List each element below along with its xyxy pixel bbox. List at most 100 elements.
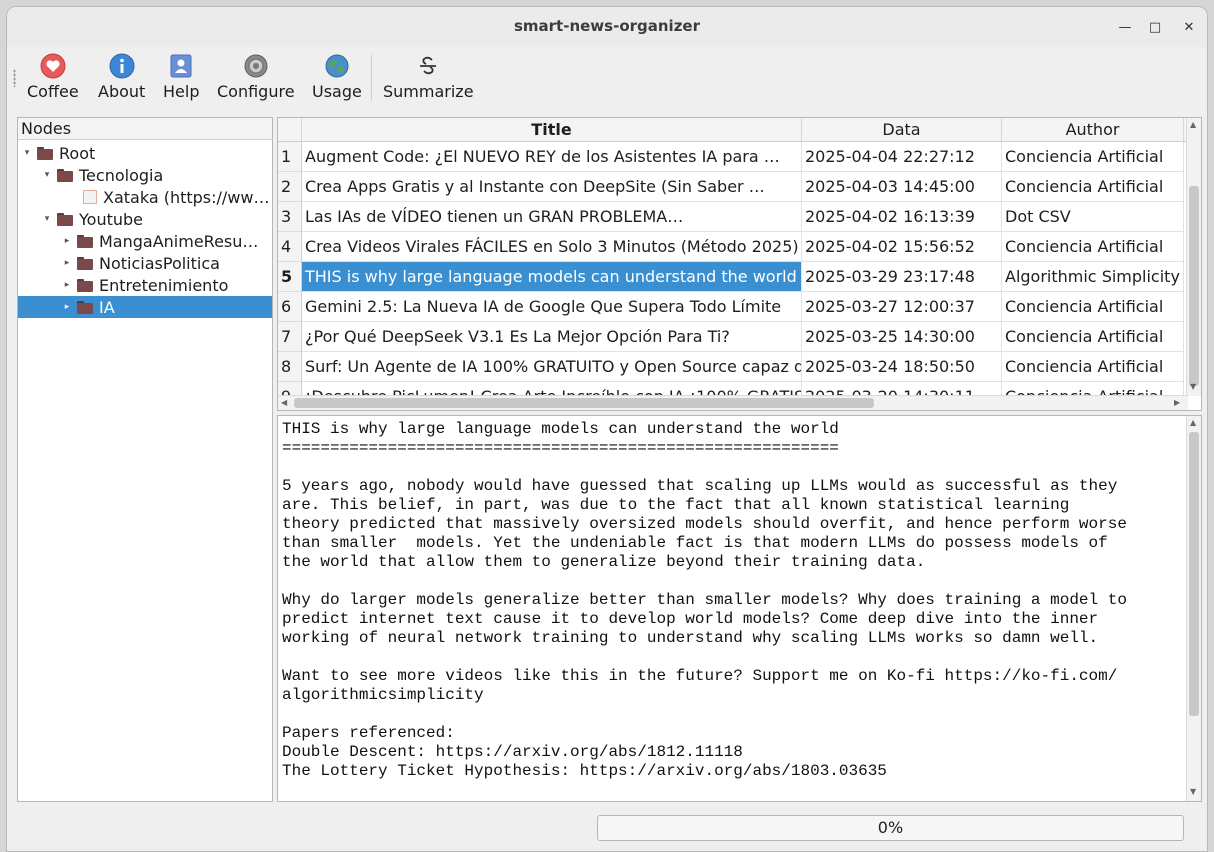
tree-node-noticias[interactable]: ▸ NoticiasPolitica [61, 252, 220, 274]
row-number[interactable]: 5 [278, 262, 302, 292]
collapsed-arrow-icon[interactable]: ▸ [61, 302, 73, 312]
maximize-button[interactable]: □ [1144, 16, 1166, 38]
tree-node-root[interactable]: ▾ Root [21, 142, 96, 164]
cell-author[interactable]: Algorithmic Simplicity [1002, 262, 1184, 292]
cell-title[interactable]: Crea Apps Gratis y al Instante con DeepS… [302, 172, 802, 202]
scroll-down-icon[interactable]: ▼ [1190, 382, 1196, 391]
cell-date[interactable]: 2025-04-04 22:27:12 [802, 142, 1002, 172]
expanded-arrow-icon[interactable]: ▾ [41, 214, 53, 224]
row-number[interactable]: 1 [278, 142, 302, 172]
cell-date[interactable]: 2025-03-25 14:30:00 [802, 322, 1002, 352]
corner-cell[interactable] [278, 118, 302, 142]
close-button[interactable]: ✕ [1178, 16, 1200, 38]
usage-button[interactable]: Usage [312, 51, 362, 105]
cell-title[interactable]: ¿Por Qué DeepSeek V3.1 Es La Mejor Opció… [302, 322, 802, 352]
news-table[interactable]: Title Data Author 1 Augment Code: ¿El NUE… [277, 117, 1202, 411]
cell-date[interactable]: 2025-04-02 16:13:39 [802, 202, 1002, 232]
table-row[interactable]: 2 Crea Apps Gratis y al Instante con Deep… [278, 172, 1184, 202]
cell-author[interactable]: Conciencia Artificial [1002, 232, 1184, 262]
configure-button[interactable]: Configure [217, 51, 295, 105]
row-number[interactable]: 7 [278, 322, 302, 352]
description-line: Want to see more videos like this in the… [282, 667, 1118, 685]
cell-author[interactable]: Conciencia Artificial [1002, 292, 1184, 322]
help-button[interactable]: Help [163, 51, 199, 105]
column-header-author[interactable]: Author [1002, 118, 1184, 142]
description-line: the world that allow them to generalize … [282, 553, 926, 571]
tree-node-xataka[interactable]: Xataka (https://ww… [81, 186, 269, 208]
cell-author[interactable]: Conciencia Artificial [1002, 142, 1184, 172]
gear-icon [244, 54, 268, 78]
cell-date[interactable]: 2025-03-29 23:17:48 [802, 262, 1002, 292]
cell-title[interactable]: Crea Videos Virales FÁCILES en Solo 3 Mi… [302, 232, 802, 262]
collapsed-arrow-icon[interactable]: ▸ [61, 236, 73, 246]
table-header: Title Data Author [278, 118, 1201, 142]
toolbar-separator [371, 55, 372, 101]
expanded-arrow-icon[interactable]: ▾ [21, 148, 33, 158]
expanded-arrow-icon[interactable]: ▾ [41, 170, 53, 180]
scroll-thumb[interactable] [1189, 186, 1199, 386]
table-row[interactable]: 4 Crea Videos Virales FÁCILES en Solo 3 M… [278, 232, 1184, 262]
coffee-button[interactable]: Coffee [27, 51, 79, 105]
description-line: working of neural network training to un… [282, 629, 1099, 647]
table-row[interactable]: 5 THIS is why large language models can u… [278, 262, 1184, 292]
tree-node-label: IA [99, 297, 115, 317]
cell-date[interactable]: 2025-04-03 14:45:00 [802, 172, 1002, 202]
scroll-thumb[interactable] [1189, 432, 1199, 716]
tree-node-youtube[interactable]: ▾ Youtube [41, 208, 143, 230]
cell-date[interactable]: 2025-03-27 12:00:37 [802, 292, 1002, 322]
scroll-thumb[interactable] [294, 398, 874, 408]
cell-title[interactable]: Surf: Un Agente de IA 100% GRATUITO y Op… [302, 352, 802, 382]
help-label: Help [163, 82, 200, 101]
about-label: About [98, 82, 146, 101]
cell-title[interactable]: Las IAs de VÍDEO tienen un GRAN PROBLEMA… [302, 202, 802, 232]
description-line: algorithmicsimplicity [282, 686, 484, 704]
cell-title[interactable]: Gemini 2.5: La Nueva IA de Google Que Su… [302, 292, 802, 322]
tree-node-ia[interactable]: ▸ IA [18, 296, 272, 318]
folder-icon [77, 234, 93, 248]
cell-title[interactable]: Augment Code: ¿El NUEVO REY de los Asist… [302, 142, 802, 172]
cell-author[interactable]: Conciencia Artificial [1002, 172, 1184, 202]
progress-bar: 0% [597, 815, 1184, 841]
table-row[interactable]: 6 Gemini 2.5: La Nueva IA de Google Que S… [278, 292, 1184, 322]
row-number[interactable]: 6 [278, 292, 302, 322]
cell-author[interactable]: Conciencia Artificial [1002, 352, 1184, 382]
table-vertical-scrollbar[interactable]: ▲ ▼ [1186, 118, 1201, 396]
row-number[interactable]: 3 [278, 202, 302, 232]
column-header-date[interactable]: Data [802, 118, 1002, 142]
scroll-right-icon[interactable]: ▶ [1174, 398, 1180, 407]
cell-author[interactable]: Conciencia Artificial [1002, 322, 1184, 352]
description-panel[interactable]: THIS is why large language models can un… [277, 415, 1202, 802]
description-text[interactable]: THIS is why large language models can un… [278, 416, 1201, 785]
row-number[interactable]: 8 [278, 352, 302, 382]
column-header-title[interactable]: Title [302, 118, 802, 142]
tree-node-label: Xataka (https://ww… [103, 187, 270, 207]
scroll-up-icon[interactable]: ▲ [1190, 418, 1196, 427]
minimize-button[interactable]: — [1114, 16, 1136, 38]
table-row[interactable]: 1 Augment Code: ¿El NUEVO REY de los Asis… [278, 142, 1184, 172]
scroll-up-icon[interactable]: ▲ [1190, 120, 1196, 129]
collapsed-arrow-icon[interactable]: ▸ [61, 258, 73, 268]
cell-title[interactable]: THIS is why large language models can un… [302, 262, 802, 292]
summarize-button[interactable]: Summarize [383, 51, 474, 105]
description-scrollbar[interactable]: ▲ ▼ [1186, 416, 1201, 801]
cell-author[interactable]: Dot CSV [1002, 202, 1184, 232]
about-button[interactable]: About [98, 51, 145, 105]
scroll-down-icon[interactable]: ▼ [1190, 787, 1196, 796]
tree-node-entretenimiento[interactable]: ▸ Entretenimiento [61, 274, 229, 296]
description-line: The Lottery Ticket Hypothesis: https://a… [282, 762, 887, 780]
collapsed-arrow-icon[interactable]: ▸ [61, 280, 73, 290]
row-number[interactable]: 2 [278, 172, 302, 202]
tree-node-label: Tecnologia [79, 165, 164, 185]
table-row[interactable]: 3 Las IAs de VÍDEO tienen un GRAN PROBLEM… [278, 202, 1184, 232]
tree-node-manga[interactable]: ▸ MangaAnimeResu… [61, 230, 259, 252]
table-row[interactable]: 7 ¿Por Qué DeepSeek V3.1 Es La Mejor Opci… [278, 322, 1184, 352]
nodes-tree[interactable]: Nodes ▾ Root ▾ Tecnologia Xataka (https:… [17, 117, 273, 802]
cell-date[interactable]: 2025-03-24 18:50:50 [802, 352, 1002, 382]
table-horizontal-scrollbar[interactable]: ◀ ▶ [278, 395, 1188, 410]
table-row[interactable]: 8 Surf: Un Agente de IA 100% GRATUITO y O… [278, 352, 1184, 382]
row-number[interactable]: 4 [278, 232, 302, 262]
tree-node-tecnologia[interactable]: ▾ Tecnologia [41, 164, 164, 186]
scroll-left-icon[interactable]: ◀ [281, 398, 287, 407]
cell-date[interactable]: 2025-04-02 15:56:52 [802, 232, 1002, 262]
toolbar-grip[interactable] [13, 69, 16, 87]
